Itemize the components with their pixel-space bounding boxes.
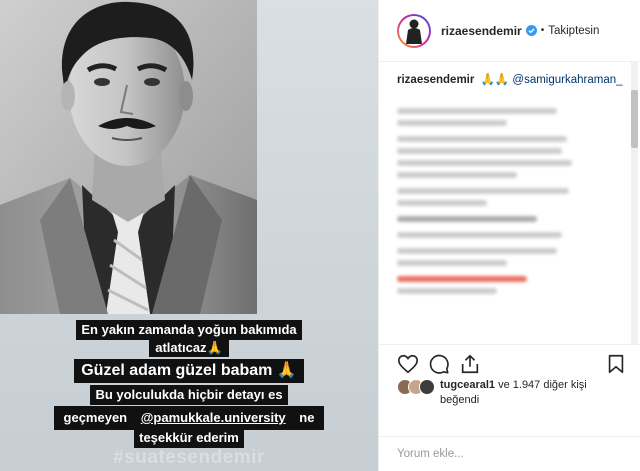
comments-list[interactable]: rizaesendemir 🙏🙏 @samigurkahraman_ (379, 62, 631, 344)
blurred-comment (397, 248, 615, 266)
avatar[interactable] (397, 13, 431, 48)
comment-input[interactable] (397, 448, 617, 460)
blurred-comment (397, 188, 615, 206)
story-caption-4: Bu yolculukda hiçbir detayı es (0, 385, 378, 406)
blurred-comment (397, 108, 615, 126)
separator-dot: • (540, 25, 545, 36)
first-liker-link[interactable]: tugcearal1 (440, 379, 495, 391)
heart-icon[interactable] (397, 353, 419, 375)
scroll-thumb[interactable] (631, 90, 638, 148)
likes-count[interactable]: ve 1.947 diğer kişi (498, 379, 587, 391)
share-icon[interactable] (459, 353, 481, 375)
follow-status-button[interactable]: Takiptesin (548, 25, 599, 37)
action-bar (379, 344, 640, 374)
likes-suffix: beğendi (440, 394, 480, 406)
add-comment-area (379, 436, 640, 471)
post-side-panel: rizaesendemir • Takiptesin rizaesendemir… (378, 0, 640, 471)
likes-text: tugcearal1 ve 1.947 diğer kişi beğendi (440, 378, 587, 408)
caption-text: ne (294, 408, 320, 429)
caption-text: geçmeyen (58, 408, 133, 429)
likes-summary: tugcearal1 ve 1.947 diğer kişi beğendi (397, 378, 633, 408)
blurred-comment (397, 136, 615, 178)
header-username[interactable]: rizaesendemir (441, 24, 522, 38)
blurred-comment (397, 216, 615, 222)
caption-mention: @pamukkale.university (135, 408, 291, 429)
comment-username[interactable]: rizaesendemir (397, 74, 474, 86)
portrait-illustration (0, 0, 257, 314)
comment-icon[interactable] (428, 353, 450, 375)
story-caption-1: En yakın zamanda yoğun bakımıda (0, 320, 378, 341)
portrait-photo (0, 0, 257, 314)
post-header: rizaesendemir • Takiptesin (379, 0, 640, 62)
story-hashtag: #suatesendemir (113, 447, 265, 468)
verified-badge-icon (525, 25, 537, 36)
liker-avatars[interactable] (397, 379, 435, 395)
bookmark-icon[interactable] (605, 353, 627, 375)
story-caption-5: geçmeyen @pamukkale.university ne (0, 406, 378, 431)
comments-scrollbar[interactable] (631, 62, 638, 344)
story-caption-2: atlatıcaz🙏 (0, 339, 378, 358)
comment-emoji: 🙏🙏 (480, 74, 510, 86)
avatar-silhouette-icon (406, 19, 422, 44)
comment-mention-link[interactable]: @samigurkahraman_ (512, 74, 622, 86)
blurred-comment (397, 276, 615, 294)
post-media[interactable]: En yakın zamanda yoğun bakımıda atlatıca… (0, 0, 378, 471)
liker-avatar[interactable] (419, 379, 435, 395)
blurred-comment (397, 232, 615, 238)
story-caption-3: Güzel adam güzel babam 🙏 (0, 359, 378, 383)
caption-comment: rizaesendemir 🙏🙏 @samigurkahraman_ (397, 72, 623, 88)
